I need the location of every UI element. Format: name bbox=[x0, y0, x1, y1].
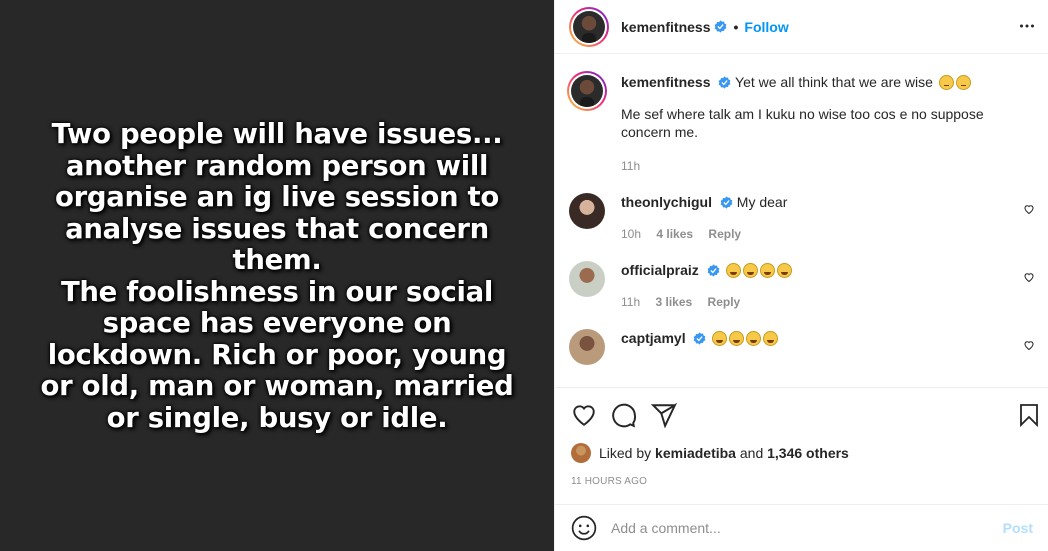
action-bar bbox=[555, 387, 1048, 439]
image-text-line: another random person will bbox=[65, 149, 489, 182]
liked-by-conj: and bbox=[739, 445, 764, 461]
caption-text-2: Me sef where talk am I kuku no wise too … bbox=[621, 106, 984, 140]
caption-username[interactable]: kemenfitness bbox=[621, 74, 710, 90]
laughing-emoji-icon bbox=[746, 331, 762, 346]
image-text-line: The foolishness in our social bbox=[60, 275, 494, 308]
verified-badge-icon bbox=[707, 264, 720, 277]
bookmark-save-icon[interactable] bbox=[1017, 402, 1041, 428]
image-text-line: space has everyone on bbox=[102, 307, 452, 339]
caption-time[interactable]: 11h bbox=[621, 159, 640, 173]
verified-badge-icon bbox=[715, 20, 727, 33]
laughing-emoji-icon bbox=[725, 263, 741, 278]
more-horizontal-icon[interactable] bbox=[1019, 18, 1035, 34]
emoji-smiley-icon[interactable] bbox=[571, 515, 597, 541]
reply-button[interactable]: Reply bbox=[708, 227, 741, 241]
comment-input[interactable] bbox=[611, 520, 1003, 536]
post-image-text: Two people will have issues... another r… bbox=[17, 118, 537, 434]
laughing-emoji-icon bbox=[742, 263, 758, 278]
comment-time[interactable]: 10h bbox=[621, 227, 641, 241]
comment-item: captjamyl bbox=[569, 329, 1035, 365]
comment-username[interactable]: officialpraiz bbox=[621, 262, 699, 278]
liked-by-prefix: Liked by bbox=[599, 445, 652, 461]
follow-button[interactable]: Follow bbox=[744, 19, 788, 35]
header-separator: • bbox=[733, 18, 739, 35]
image-text-line: organise an ig live session to bbox=[55, 181, 499, 213]
laughing-emoji-icon bbox=[759, 263, 775, 278]
comment-item: officialpraiz 11h 3 likes Reply bbox=[569, 261, 1035, 311]
verified-badge-icon bbox=[719, 76, 731, 89]
share-send-icon[interactable] bbox=[651, 402, 677, 428]
comment-item: theonlychigul My dear 10h 4 likes Reply bbox=[569, 193, 1035, 243]
post-details-panel: kemenfitness • Follow kemenfitness Yet w… bbox=[554, 0, 1048, 551]
liker-avatar[interactable] bbox=[571, 443, 591, 463]
verified-badge-icon bbox=[720, 196, 733, 209]
laughing-emoji-icon bbox=[729, 331, 745, 346]
heart-icon[interactable] bbox=[1023, 203, 1035, 215]
comment-likes[interactable]: 4 likes bbox=[656, 227, 693, 241]
image-text-line: or single, busy or idle. bbox=[106, 401, 448, 434]
post-header: kemenfitness • Follow bbox=[555, 0, 1048, 54]
post-timestamp[interactable]: 11 HOURS AGO bbox=[571, 476, 647, 487]
liked-by-user[interactable]: kemiadetiba bbox=[655, 445, 736, 461]
caption: kemenfitness Yet we all think that we ar… bbox=[567, 71, 1035, 175]
likes-summary: Liked by kemiadetiba and 1,346 others bbox=[571, 443, 849, 463]
image-text-line: or old, man or woman, married bbox=[40, 370, 514, 402]
post-image: Two people will have issues... another r… bbox=[0, 0, 554, 551]
commenter-avatar[interactable] bbox=[569, 329, 605, 365]
laughing-emoji-icon bbox=[763, 331, 779, 346]
heart-icon[interactable] bbox=[1023, 271, 1035, 283]
comment-bubble-icon[interactable] bbox=[611, 402, 637, 428]
heart-icon[interactable] bbox=[1023, 339, 1035, 351]
commenter-avatar[interactable] bbox=[569, 193, 605, 229]
comment-text: My dear bbox=[736, 194, 788, 210]
image-text-line: analyse issues that concern bbox=[65, 212, 489, 245]
caption-avatar[interactable] bbox=[567, 71, 607, 111]
post-button[interactable]: Post bbox=[1003, 520, 1033, 536]
neutral-face-emoji-icon bbox=[955, 75, 971, 90]
image-text-line: Two people will have issues... bbox=[51, 118, 503, 150]
like-heart-icon[interactable] bbox=[571, 402, 597, 428]
comments-list[interactable]: kemenfitness Yet we all think that we ar… bbox=[555, 55, 1048, 387]
laughing-emoji-icon bbox=[712, 331, 728, 346]
comment-username[interactable]: theonlychigul bbox=[621, 194, 712, 210]
comment-username[interactable]: captjamyl bbox=[621, 330, 686, 346]
neutral-face-emoji-icon bbox=[938, 75, 954, 90]
image-text-line: lockdown. Rich or poor, young bbox=[47, 338, 507, 371]
add-comment-bar: Post bbox=[555, 504, 1048, 551]
liked-by-others[interactable]: 1,346 others bbox=[767, 445, 849, 461]
author-avatar[interactable] bbox=[569, 6, 609, 47]
commenter-avatar[interactable] bbox=[569, 261, 605, 297]
reply-button[interactable]: Reply bbox=[708, 295, 741, 309]
caption-text: Yet we all think that we are wise bbox=[735, 74, 933, 90]
author-username[interactable]: kemenfitness bbox=[621, 19, 710, 35]
verified-badge-icon bbox=[694, 332, 706, 345]
laughing-emoji-icon bbox=[776, 263, 792, 278]
comment-time[interactable]: 11h bbox=[621, 295, 640, 309]
image-text-line: them. bbox=[232, 244, 322, 276]
comment-likes[interactable]: 3 likes bbox=[655, 295, 692, 309]
